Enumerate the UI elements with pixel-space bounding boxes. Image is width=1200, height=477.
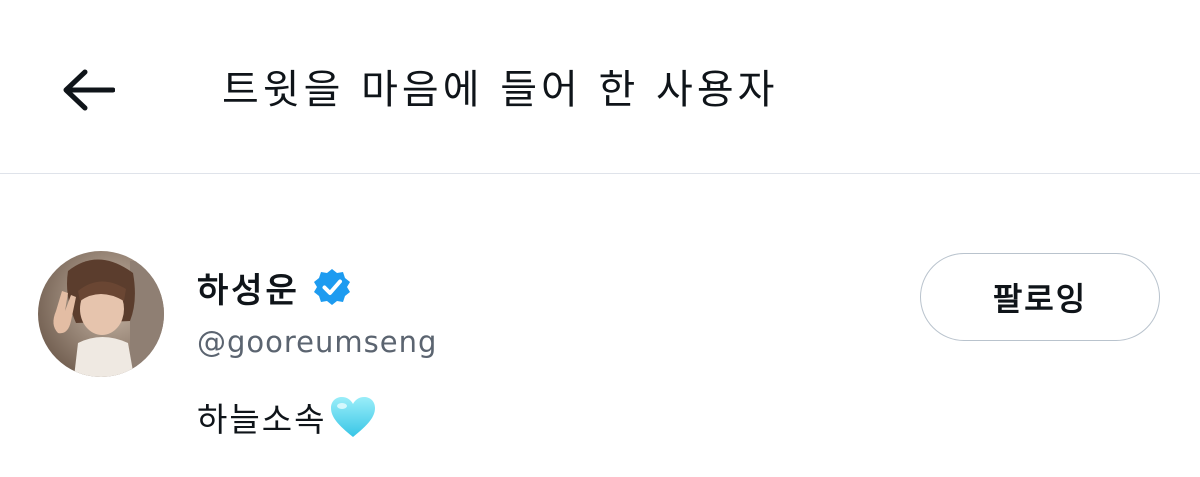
user-handle[interactable]: @gooreumseng [197,322,437,362]
user-bio: 하늘소속 [197,392,378,442]
arrow-left-icon [63,69,115,111]
following-button[interactable]: 팔로잉 [920,253,1160,341]
display-name[interactable]: 하성운 [197,263,300,312]
header-bar: 트윗을 마음에 들어 한 사용자 [0,0,1200,174]
light-blue-heart-icon [328,394,378,440]
bio-text: 하늘소속 [197,400,327,439]
verified-badge-icon [312,267,352,307]
user-cell[interactable]: 하성운 @gooreumseng 하늘소속 팔로잉 [0,174,1200,477]
back-button[interactable] [52,58,124,122]
likes-page: 트윗을 마음에 들어 한 사용자 하성운 @gooreumseng 하늘소속 팔… [0,0,1200,477]
user-name-line: 하성운 [197,263,352,312]
page-title: 트윗을 마음에 들어 한 사용자 [222,67,779,113]
avatar-photo [38,251,164,377]
avatar[interactable] [38,251,164,377]
